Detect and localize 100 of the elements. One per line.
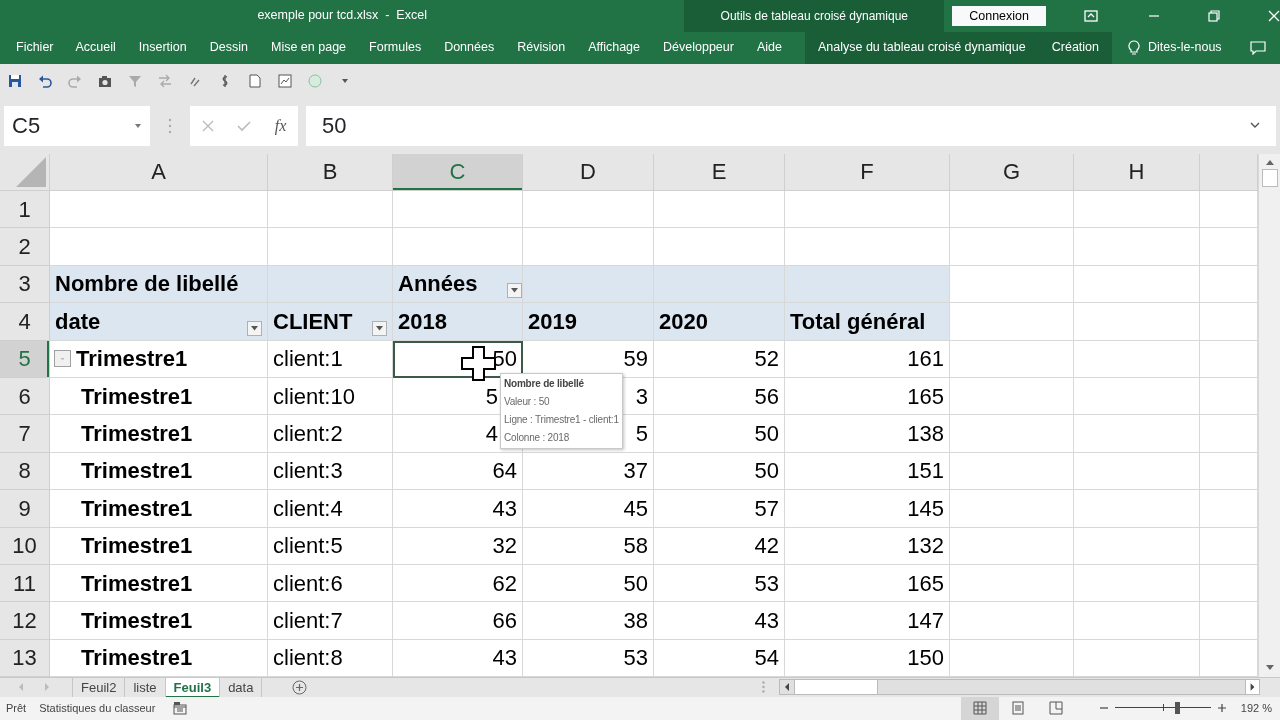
- ribbon-tab[interactable]: Développeur: [651, 31, 745, 64]
- table-cell: Total général: [785, 303, 950, 341]
- row-header[interactable]: 1: [0, 191, 50, 229]
- row-header[interactable]: 5: [0, 340, 50, 378]
- row-header[interactable]: 3: [0, 265, 50, 304]
- table-cell: 2019: [523, 303, 654, 341]
- ribbon-tab[interactable]: Aide: [744, 31, 793, 64]
- row-header[interactable]: 8: [0, 452, 50, 491]
- normal-view-button[interactable]: [960, 697, 999, 720]
- table-cell-text: CLIENT: [273, 307, 353, 336]
- grid-icon: [972, 701, 987, 716]
- table-cell: 43: [654, 602, 785, 640]
- undo-icon[interactable]: [38, 73, 52, 88]
- row-header[interactable]: 7: [0, 415, 50, 453]
- table-cell: client:6: [268, 564, 393, 603]
- close-icon[interactable]: [1268, 9, 1280, 22]
- table-cell-text: Trimestre1: [81, 569, 193, 598]
- row-header[interactable]: 12: [0, 602, 50, 640]
- row-header[interactable]: 11: [0, 564, 50, 603]
- document-icon[interactable]: [248, 73, 262, 88]
- ribbon-tab[interactable]: Données: [432, 31, 506, 64]
- insert-function-button[interactable]: fx: [274, 113, 287, 138]
- lightbulb-icon[interactable]: [1128, 39, 1140, 56]
- save-icon[interactable]: [8, 73, 22, 88]
- scrollbar-thumb[interactable]: [1261, 169, 1278, 187]
- sheet-tab[interactable]: Feuil3: [165, 678, 221, 698]
- ribbon-tab[interactable]: Dessin: [197, 31, 259, 64]
- ribbon-tab[interactable]: Création: [1038, 31, 1112, 64]
- sign-in-button[interactable]: Connexion: [952, 5, 1046, 26]
- table-cell: client:10: [268, 377, 393, 416]
- accessibility-icon[interactable]: [173, 702, 188, 715]
- ribbon-tab[interactable]: Affichage: [576, 31, 652, 64]
- table-cell: 32: [393, 527, 523, 565]
- filter-dropdown-button[interactable]: [507, 283, 522, 299]
- column-header[interactable]: F: [785, 154, 950, 191]
- filter-dropdown-button[interactable]: [372, 320, 387, 336]
- zoom-slider[interactable]: [1114, 701, 1211, 716]
- column-header[interactable]: D: [523, 154, 654, 191]
- row-header[interactable]: 4: [0, 303, 50, 341]
- column-header[interactable]: A: [50, 154, 268, 191]
- horizontal-scrollbar[interactable]: [779, 679, 1260, 696]
- scroll-down-icon[interactable]: [1264, 664, 1275, 672]
- add-sheet-icon[interactable]: [292, 680, 308, 695]
- vertical-scrollbar[interactable]: [1258, 154, 1280, 677]
- slider-thumb[interactable]: [1175, 702, 1181, 715]
- column-header[interactable]: H: [1074, 154, 1200, 191]
- column-header[interactable]: G: [950, 154, 1074, 191]
- caret-icon: [376, 325, 383, 331]
- context-tools-title: Outils de tableau croisé dynamique: [720, 7, 908, 25]
- column-header[interactable]: E: [654, 154, 785, 191]
- zoom-level[interactable]: 192 %: [1240, 700, 1272, 717]
- table-cell: 50: [654, 452, 785, 491]
- table-cell: client:4: [268, 490, 393, 528]
- table-cell-text: Années: [398, 270, 478, 299]
- column-header[interactable]: C: [393, 154, 523, 191]
- column-header[interactable]: B: [268, 154, 393, 191]
- table-cell-text: Trimestre1: [81, 532, 193, 561]
- row-header[interactable]: 10: [0, 527, 50, 565]
- scroll-right-icon[interactable]: [1245, 680, 1259, 695]
- ribbon-tab[interactable]: Insertion: [126, 31, 198, 64]
- picture-frame-icon[interactable]: [278, 73, 292, 88]
- dropdown-arrow-icon[interactable]: [134, 122, 142, 129]
- table-cell: 37: [523, 452, 654, 491]
- ribbon-tab[interactable]: Révision: [505, 31, 577, 64]
- status-text: Prêt: [6, 701, 27, 717]
- filter-dropdown-button[interactable]: [247, 320, 262, 336]
- ribbon-tab[interactable]: Formules: [357, 31, 433, 64]
- scrollbar-thumb[interactable]: [794, 680, 878, 695]
- ribbon-tab[interactable]: Accueil: [63, 31, 127, 64]
- table-cell: 2018: [393, 303, 523, 341]
- table-cell: 50: [523, 564, 654, 603]
- ribbon-tab[interactable]: Fichier: [4, 31, 64, 64]
- table-cell-text: Trimestre1: [81, 644, 193, 673]
- tell-me-field[interactable]: Dites-le-nous: [1148, 38, 1222, 58]
- table-cell: 42: [654, 527, 785, 565]
- restore-icon[interactable]: [1208, 9, 1220, 22]
- row-header[interactable]: 9: [0, 490, 50, 528]
- table-cell: 62: [393, 564, 523, 603]
- ribbon-tab[interactable]: Mise en page: [259, 31, 358, 64]
- page-break-icon: [1048, 701, 1063, 716]
- row-header[interactable]: 13: [0, 639, 50, 678]
- workbook-statistics-link[interactable]: Statistiques du classeur: [39, 700, 156, 717]
- table-cell-text: Trimestre1: [76, 345, 188, 374]
- name-box[interactable]: C5: [4, 105, 150, 146]
- table-cell: 145: [785, 490, 950, 528]
- table-cell: 38: [523, 602, 654, 640]
- table-cell: 45: [523, 490, 654, 528]
- row-header[interactable]: 6: [0, 377, 50, 416]
- camera-icon[interactable]: [98, 73, 112, 88]
- table-cell: 165: [785, 377, 950, 416]
- row-header[interactable]: 2: [0, 228, 50, 266]
- grip-icon: [762, 681, 765, 694]
- formula-field[interactable]: 50: [306, 105, 1276, 146]
- collapse-button[interactable]: [54, 350, 71, 368]
- scroll-up-icon[interactable]: [1264, 158, 1275, 166]
- ribbon-tab[interactable]: Analyse du tableau croisé dynamique: [804, 31, 1039, 64]
- comment-icon[interactable]: [1250, 40, 1266, 55]
- grip-icon: [168, 117, 172, 134]
- ribbon-display-icon[interactable]: [1084, 9, 1098, 22]
- zoom-in-icon[interactable]: [1216, 703, 1227, 714]
